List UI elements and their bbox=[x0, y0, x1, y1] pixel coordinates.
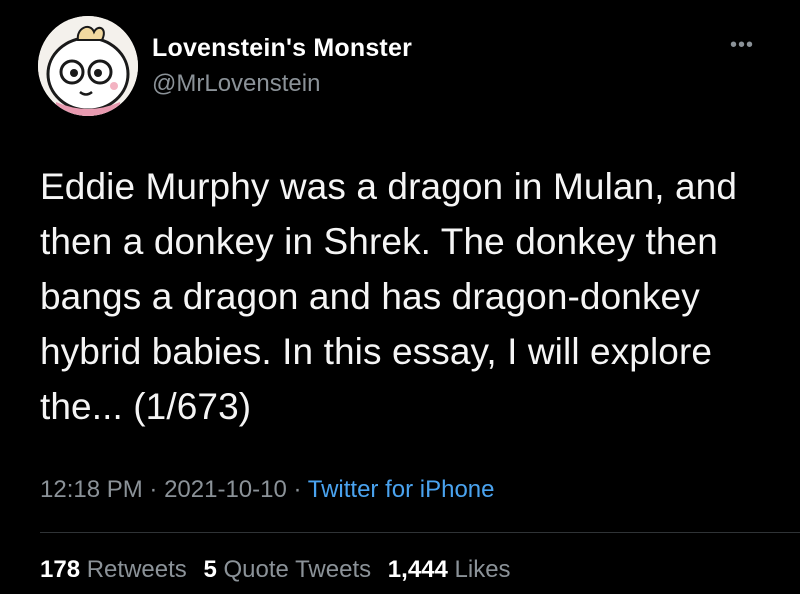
tweet-date[interactable]: 2021-10-10 bbox=[164, 476, 287, 503]
meta-separator: · bbox=[142, 476, 165, 503]
retweets-count: 178 bbox=[40, 556, 81, 583]
author-display-name[interactable]: Lovenstein's Monster bbox=[152, 34, 412, 63]
author-handle[interactable]: @MrLovenstein bbox=[152, 70, 320, 98]
likes-count: 1,444 bbox=[387, 556, 448, 583]
tweet-stats: 178 Retweets 5 Quote Tweets 1,444 Likes bbox=[40, 556, 521, 584]
tweet-source-link[interactable]: Twitter for iPhone bbox=[308, 476, 495, 503]
divider bbox=[40, 532, 800, 533]
likes-stat[interactable]: 1,444 Likes bbox=[388, 556, 511, 583]
cartoon-character-avatar-icon bbox=[38, 16, 138, 116]
meta-separator: · bbox=[286, 476, 308, 503]
retweets-stat[interactable]: 178 Retweets bbox=[40, 556, 187, 583]
tweet-time[interactable]: 12:18 PM bbox=[40, 476, 143, 503]
retweets-label: Retweets bbox=[86, 556, 187, 583]
more-options-icon[interactable]: ••• bbox=[722, 30, 762, 60]
likes-label: Likes bbox=[454, 556, 511, 583]
quote-tweets-count: 5 bbox=[203, 556, 217, 583]
quote-tweets-label: Quote Tweets bbox=[223, 556, 372, 583]
tweet-card: Lovenstein's Monster @MrLovenstein ••• E… bbox=[0, 0, 800, 594]
quote-tweets-stat[interactable]: 5 Quote Tweets bbox=[203, 556, 371, 583]
tweet-text: Eddie Murphy was a dragon in Mulan, and … bbox=[40, 166, 738, 427]
avatar[interactable] bbox=[38, 16, 138, 116]
tweet-meta: 12:18 PM · 2021-10-10 · Twitter for iPho… bbox=[40, 476, 494, 504]
